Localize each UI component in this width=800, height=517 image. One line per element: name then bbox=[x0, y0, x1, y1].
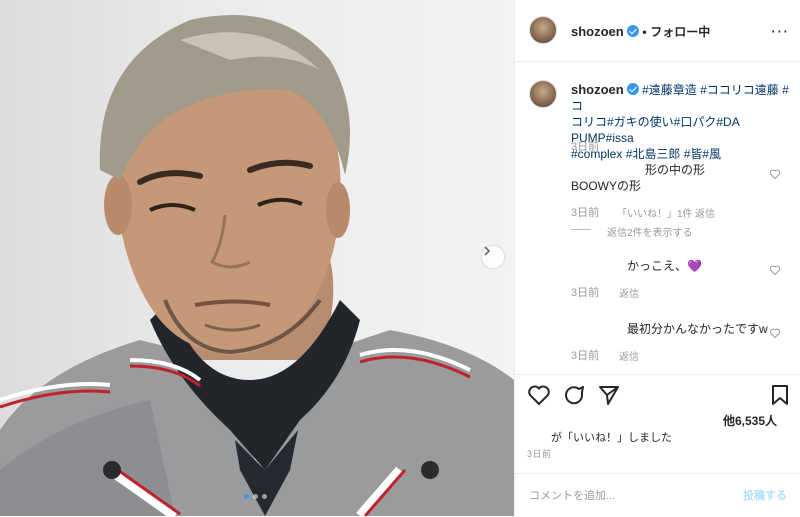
follow-separator: • bbox=[642, 25, 647, 39]
carousel-dot bbox=[253, 494, 258, 499]
comment-timestamp: 3日前 bbox=[571, 350, 600, 362]
comment-text-line2: BOOWYの形 bbox=[571, 179, 642, 193]
more-icon[interactable]: ··· bbox=[771, 22, 789, 41]
portrait-image bbox=[0, 15, 514, 516]
comment-timestamp: 3日前 bbox=[571, 287, 600, 299]
avatar[interactable] bbox=[529, 16, 557, 44]
caption-username[interactable]: shozoen bbox=[571, 82, 624, 97]
comment-text: かっこえ、💜 bbox=[627, 259, 702, 273]
post-header: shozoen • フォロー中 ··· bbox=[515, 0, 800, 62]
comment-likes[interactable]: 「いいね！」1件 bbox=[617, 205, 693, 220]
comment-icon[interactable] bbox=[562, 383, 586, 407]
view-replies-button[interactable]: 返信2件を表示する bbox=[607, 224, 693, 239]
comment-timestamp: 3日前 bbox=[571, 207, 600, 219]
next-slide-button[interactable] bbox=[482, 246, 504, 268]
post-comment-button[interactable]: 投稿する bbox=[743, 487, 787, 503]
likes-count[interactable]: 他6,535人 bbox=[723, 412, 777, 429]
carousel-dot-active bbox=[244, 494, 249, 499]
comment-heart-icon[interactable] bbox=[769, 327, 781, 339]
comment-input[interactable] bbox=[527, 486, 731, 506]
share-icon[interactable] bbox=[597, 383, 621, 407]
add-comment-bar: 投稿する bbox=[515, 473, 800, 517]
post-actions: 他6,535人 が「いいね！」しました 3日前 投稿する bbox=[515, 374, 800, 516]
carousel-indicators bbox=[244, 494, 267, 499]
bookmark-icon[interactable] bbox=[769, 383, 791, 407]
comment-text: 最初分かんなかったですw bbox=[627, 322, 768, 336]
heart-icon[interactable] bbox=[527, 383, 551, 407]
following-button[interactable]: フォロー中 bbox=[650, 25, 710, 39]
verified-badge-icon bbox=[626, 25, 639, 37]
liked-text: が「いいね！」しました bbox=[551, 432, 672, 444]
header-username-row: shozoen • フォロー中 bbox=[571, 23, 710, 40]
comment-heart-icon[interactable] bbox=[769, 168, 781, 180]
post-side-panel: shozoen • フォロー中 ··· shozoen #遠藤章造 #ココリコ遠… bbox=[514, 0, 800, 516]
comment-heart-icon[interactable] bbox=[769, 264, 781, 276]
reply-button[interactable]: 返信 bbox=[619, 285, 639, 300]
caption-timestamp: 3日前 bbox=[571, 141, 600, 153]
comment-text-line1: 形の中の形 bbox=[645, 163, 706, 177]
reply-dash: —— bbox=[571, 224, 591, 235]
comments-list[interactable]: shozoen #遠藤章造 #ココリコ遠藤 #コ コリコ#ガキの使い#口パク#D… bbox=[515, 62, 800, 374]
verified-badge-icon bbox=[626, 83, 639, 95]
reply-button[interactable]: 返信 bbox=[695, 205, 715, 220]
avatar[interactable] bbox=[529, 80, 557, 108]
post-photo[interactable] bbox=[0, 0, 514, 516]
posted-ago: 3日前 bbox=[527, 449, 552, 459]
carousel-dot bbox=[262, 494, 267, 499]
caption-text: shozoen #遠藤章造 #ココリコ遠藤 #コ コリコ#ガキの使い#口パク#D… bbox=[571, 82, 791, 162]
next-arrow-icon bbox=[484, 246, 491, 256]
username-link[interactable]: shozoen bbox=[571, 24, 624, 39]
reply-button[interactable]: 返信 bbox=[619, 348, 639, 363]
